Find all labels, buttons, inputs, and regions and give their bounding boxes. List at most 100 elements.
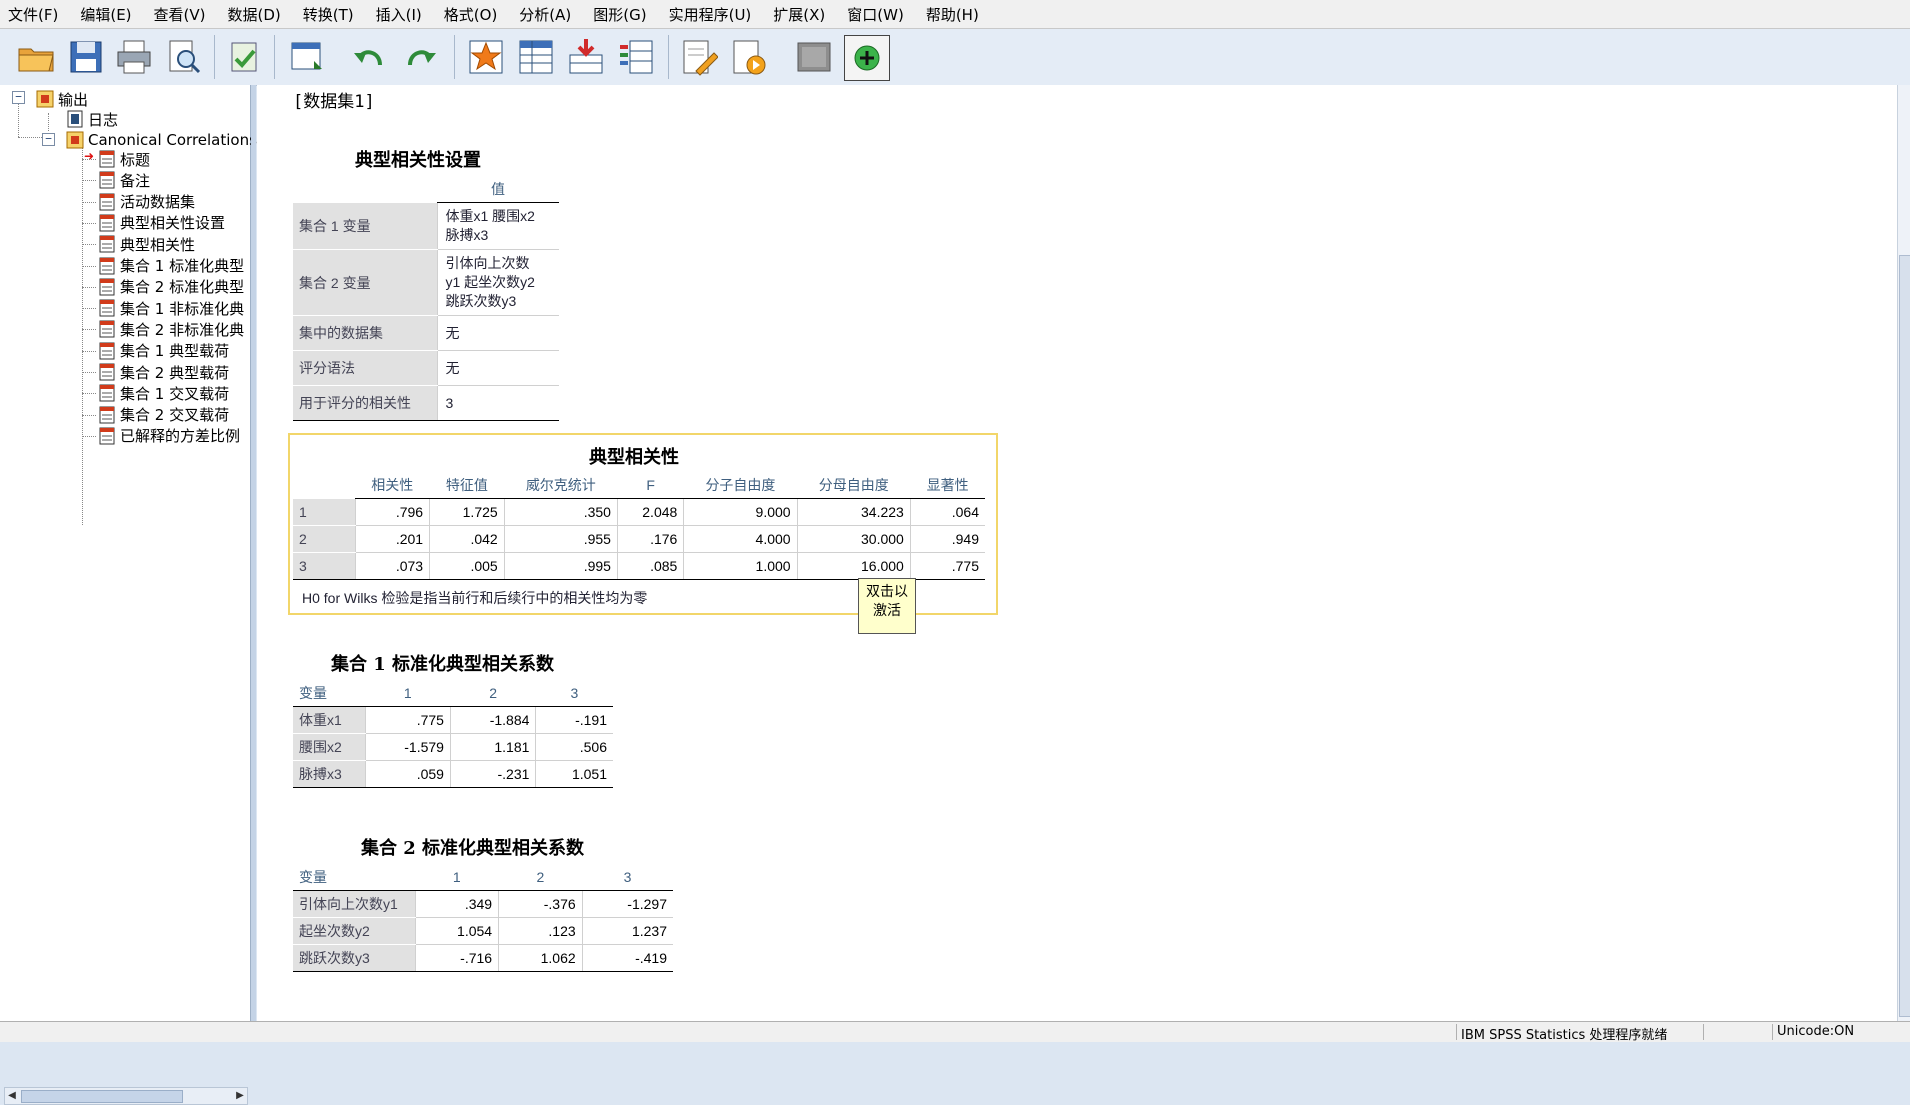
table-cell: 2.048 xyxy=(616,498,684,526)
menu-utilities[interactable]: 实用程序(U) xyxy=(661,4,766,25)
menu-extensions[interactable]: 扩展(X) xyxy=(765,4,839,25)
goto-variable-icon[interactable] xyxy=(514,35,558,79)
tree-node-output[interactable]: 输出 xyxy=(36,89,88,109)
canon-table-title: 典型相关性 xyxy=(589,447,679,468)
scroll-right-icon[interactable]: ▶ xyxy=(233,1088,247,1104)
tree-node-item[interactable]: 集合 2 典型载荷 xyxy=(98,362,229,382)
menu-data[interactable]: 数据(D) xyxy=(220,4,295,25)
print-preview-icon[interactable] xyxy=(162,35,206,79)
menu-analyze[interactable]: 分析(A) xyxy=(511,4,585,25)
row-label: 集中的数据集 xyxy=(293,315,437,351)
designate-window-icon[interactable] xyxy=(726,35,770,79)
settings-value-header: 值 xyxy=(437,176,559,203)
redo-icon[interactable] xyxy=(398,35,442,79)
row-value: 引体向上次数 y1 起坐次数y2 跳跃次数y3 xyxy=(436,249,559,316)
tree-label-analysis: Canonical Correlations xyxy=(88,131,257,149)
table-cell: .201 xyxy=(354,525,430,553)
menu-file[interactable]: 文件(F) xyxy=(0,4,72,25)
set1-standardized-table[interactable]: 变量 1 2 3 体重x1.775 -1.884 -.191 腰围x2 -1.579 1.181… xyxy=(293,680,613,788)
canonical-correlations-table[interactable]: 相关性 特征值 威尔克统计 F 分子自由度 分母自由度 显著性 1.796 1.725.350… xyxy=(293,472,985,580)
tree-item-label: 集合 1 非标准化典 xyxy=(120,299,245,318)
tree-node-item[interactable]: 集合 2 交叉载荷 xyxy=(98,405,229,425)
tree-collapse-root[interactable]: − xyxy=(12,91,25,104)
toolbar xyxy=(0,29,1910,86)
table-cell: .949 xyxy=(909,525,985,553)
table-row: 腰围x2 -1.579 1.181.506 xyxy=(293,733,613,761)
tree-node-item[interactable]: 已解释的方差比例 xyxy=(98,426,240,446)
table-cell: 1.054 xyxy=(414,917,499,945)
row-label: 腰围x2 xyxy=(293,733,365,761)
tree-node-log[interactable]: 日志 xyxy=(66,109,118,129)
menu-edit[interactable]: 编辑(E) xyxy=(72,4,145,25)
set1-table-title: 集合 1 标准化典型相关系数 xyxy=(331,654,555,675)
set2-standardized-table[interactable]: 变量 1 2 3 引体向上次数y1.349 -.376 -1.297 起坐次数y2 1.054… xyxy=(293,864,673,972)
tree-node-item[interactable]: 集合 1 非标准化典 xyxy=(98,298,244,318)
tree-node-item[interactable]: 典型相关性 xyxy=(98,234,195,254)
select-cases-icon[interactable] xyxy=(614,35,658,79)
edit-icon[interactable] xyxy=(676,35,720,79)
table-row: 跳跃次数y3 -.716 1.062 -.419 xyxy=(293,944,673,972)
tree-item-label: 标题 xyxy=(120,150,151,169)
table-row: 3.073.005.995.085 1.000 16.000.775 xyxy=(293,552,985,580)
table-cell: -1.579 xyxy=(364,733,451,761)
tree-collapse-analysis[interactable]: − xyxy=(42,133,55,146)
tree-node-item[interactable]: 集合 2 标准化典型 xyxy=(98,277,244,297)
set2-table-title: 集合 2 标准化典型相关系数 xyxy=(361,838,585,859)
table-cell: 30.000 xyxy=(796,525,911,553)
activate-tooltip: 双击以 激活 xyxy=(858,578,916,634)
menu-window[interactable]: 窗口(W) xyxy=(839,4,918,25)
menu-help[interactable]: 帮助(H) xyxy=(918,4,993,25)
table-icon xyxy=(99,257,115,274)
row-label: 跳跃次数y3 xyxy=(293,944,415,972)
tree-node-item[interactable]: 集合 1 典型载荷 xyxy=(98,341,229,361)
menu-insert[interactable]: 插入(I) xyxy=(368,4,436,25)
menu-transform[interactable]: 转换(T) xyxy=(295,4,368,25)
menu-graphs[interactable]: 图形(G) xyxy=(585,4,660,25)
column-header: 特征值 xyxy=(429,472,505,499)
tree-item-label: 集合 2 交叉载荷 xyxy=(120,406,230,425)
goto-case-icon[interactable] xyxy=(464,35,508,79)
tree-node-item[interactable]: 活动数据集 xyxy=(98,192,195,212)
column-header: 分子自由度 xyxy=(683,472,798,499)
menu-view[interactable]: 查看(V) xyxy=(146,4,220,25)
row-label: 2 xyxy=(293,525,355,553)
tree-node-item[interactable]: 备注 xyxy=(98,170,150,190)
save-icon[interactable] xyxy=(64,35,108,79)
hide-icon[interactable] xyxy=(792,35,836,79)
tree-node-item[interactable]: 标题 xyxy=(98,149,150,169)
table-icon xyxy=(99,171,115,189)
export-icon[interactable] xyxy=(222,35,266,79)
table-cell: 1.062 xyxy=(498,944,583,972)
run-icon[interactable] xyxy=(844,35,890,81)
output-vertical-scrollbar[interactable] xyxy=(1897,85,1910,1021)
tree-node-item[interactable]: 典型相关性设置 xyxy=(98,213,225,233)
scroll-left-icon[interactable]: ◀ xyxy=(5,1088,19,1104)
goto-data-icon[interactable] xyxy=(286,35,330,79)
tree-node-analysis[interactable]: Canonical Correlations xyxy=(66,130,257,150)
row-value: 3 xyxy=(436,385,559,421)
undo-icon[interactable] xyxy=(348,35,392,79)
tree-node-item[interactable]: 集合 1 标准化典型 xyxy=(98,256,244,276)
menu-format[interactable]: 格式(O) xyxy=(436,4,512,25)
status-unicode: Unicode:ON xyxy=(1772,1024,1903,1040)
print-icon[interactable] xyxy=(112,35,156,79)
tree-node-item[interactable]: 集合 1 交叉载荷 xyxy=(98,383,229,403)
table-cell: .059 xyxy=(364,760,451,788)
table-icon xyxy=(99,384,115,402)
tree-horizontal-scrollbar[interactable]: ◀ ▶ xyxy=(4,1087,248,1105)
insert-output-icon[interactable] xyxy=(564,35,608,79)
table-row: 集中的数据集无 xyxy=(293,315,559,351)
output-folder-icon xyxy=(36,90,54,108)
log-icon xyxy=(67,110,83,128)
tree-item-label: 集合 2 非标准化典 xyxy=(120,320,245,339)
table-cell: .064 xyxy=(909,498,985,526)
pane-splitter[interactable] xyxy=(251,85,256,1021)
tree-scroll-thumb[interactable] xyxy=(21,1090,183,1103)
table-cell: .176 xyxy=(616,525,684,553)
table-row: 脉搏x3.059 -.231 1.051 xyxy=(293,760,613,788)
table-cell: .073 xyxy=(354,552,430,580)
settings-table[interactable]: 值 集合 1 变量 体重x1 腰围x2 脉搏x3 集合 2 变量 引体向上次数 y1 … xyxy=(293,176,559,421)
open-icon[interactable] xyxy=(14,35,58,79)
tree-node-item[interactable]: 集合 2 非标准化典 xyxy=(98,319,244,339)
output-scroll-thumb[interactable] xyxy=(1899,255,1910,1017)
